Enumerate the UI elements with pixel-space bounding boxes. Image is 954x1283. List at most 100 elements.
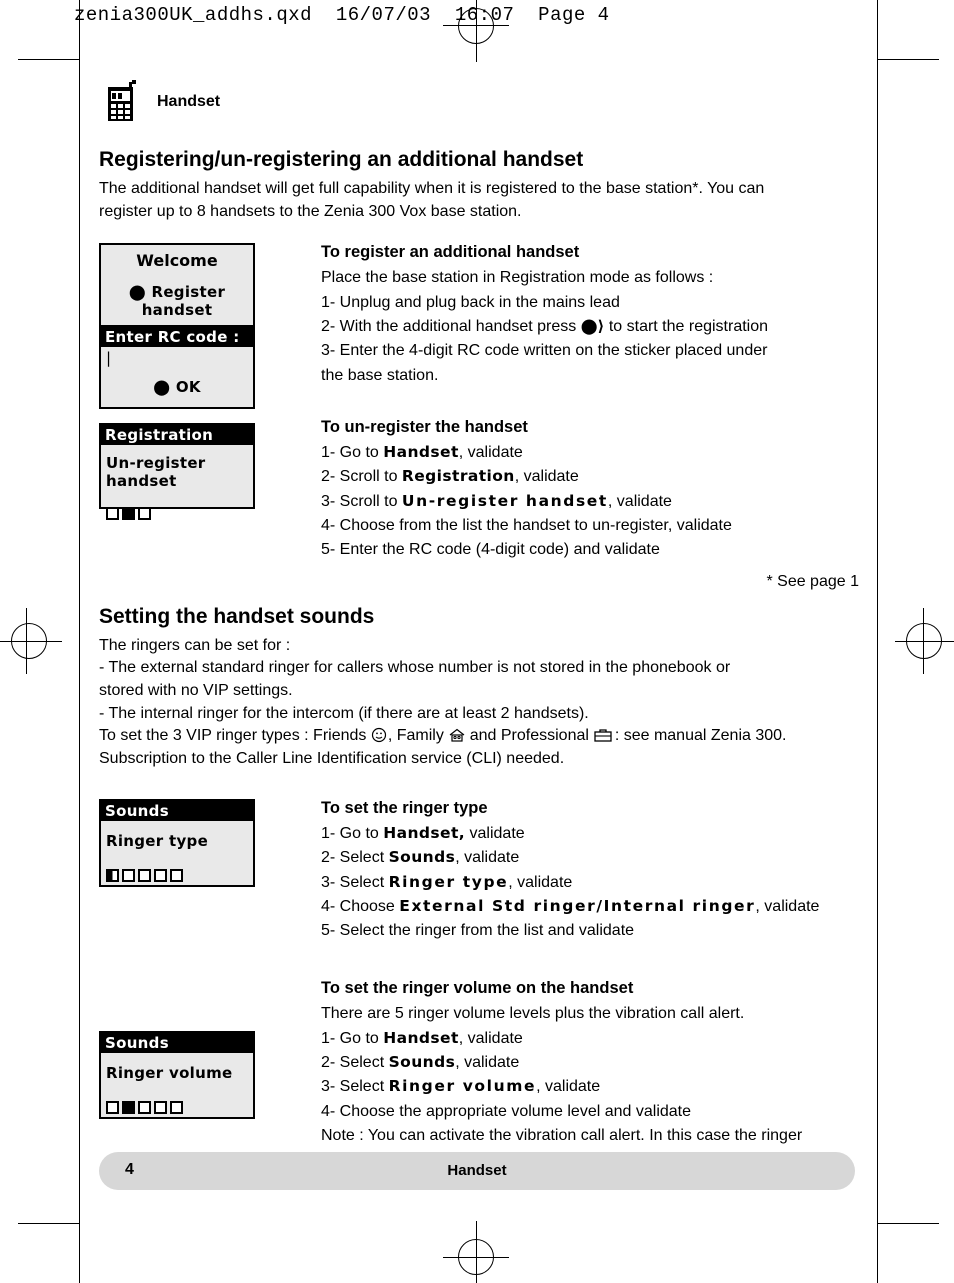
ringer-type-title: To set the ringer type xyxy=(321,798,488,817)
cli-subscription-line: Subscription to the Caller Line Identifi… xyxy=(99,750,565,768)
ringer-type-step-4-pre: 4- Choose xyxy=(321,897,400,915)
unregister-step-1-keyword: Handset xyxy=(383,443,459,461)
page-footer: 4 Handset xyxy=(99,1152,855,1190)
section-heading-registering: Registering/un-registering an additional… xyxy=(99,148,584,171)
lcd-rc-code-cursor: | xyxy=(106,349,112,368)
crop-mark-right-vertical-lower xyxy=(877,59,878,1224)
unregister-step-1-pre: 1- Go to xyxy=(321,444,384,461)
sounds-intro-line1: The ringers can be set for : xyxy=(99,636,291,654)
level-bar xyxy=(122,1101,135,1115)
level-bar xyxy=(154,868,167,882)
level-bar xyxy=(170,1101,183,1115)
registration-mark-left xyxy=(0,608,62,674)
crop-mark-bottom-right-vertical xyxy=(877,1223,878,1283)
unregister-block-title: To un-register the handset xyxy=(321,418,528,436)
register-step-3a: 3- Enter the 4-digit RC code written on … xyxy=(321,342,768,360)
ringer-type-step-1: 1- Go to Handset, validate xyxy=(321,822,859,846)
ringer-type-step-4-keyword: External Std ringer/Internal ringer xyxy=(399,896,756,915)
ringer-type-lcd-column: Sounds Ringer type xyxy=(99,798,281,944)
unregister-step-5: 5- Enter the RC code (4-digit code) and … xyxy=(321,541,660,559)
crop-mark-top-left-horizontal xyxy=(18,59,80,60)
lcd-sounds-ringer-volume-screen: Sounds Ringer volume xyxy=(99,1031,255,1120)
level-bar xyxy=(138,868,151,882)
footnote-see-page: * See page 1 xyxy=(766,572,859,590)
level-bar xyxy=(122,507,135,521)
crop-mark-bottom-left-vertical xyxy=(79,1223,80,1283)
section-intro-registering-line2: register up to 8 handsets to the Zenia 3… xyxy=(99,202,522,220)
unregister-step-1-post: , validate xyxy=(458,444,523,461)
register-step-intro: Place the base station in Registration m… xyxy=(321,269,714,287)
level-bar xyxy=(138,1101,151,1115)
register-row: Welcome ⬤ Register handset Enter RC code… xyxy=(99,243,859,562)
register-step-2-pre: 2- With the additional handset press xyxy=(321,318,577,336)
lcd-ringer-type-level-bars xyxy=(101,863,253,889)
footer-title: Handset xyxy=(447,1162,507,1179)
ringer-volume-lcd-column: Sounds Ringer volume xyxy=(99,979,281,1172)
level-bar xyxy=(106,507,119,521)
ringer-volume-step-3-post: , validate xyxy=(536,1078,601,1096)
vip-line-part-a: To set the 3 VIP ringer types : Friends xyxy=(99,727,371,745)
register-steps: Place the base station in Registration m… xyxy=(321,266,859,388)
ringer-type-step-3-pre: 3- Select xyxy=(321,873,389,891)
lcd-sounds-volume-line: Ringer volume xyxy=(106,1064,233,1083)
ringer-type-step-4: 4- Choose External Std ringer/Internal r… xyxy=(321,895,859,919)
ringer-type-steps: 1- Go to Handset, validate 2- Select Sou… xyxy=(321,822,859,944)
ringer-type-step-1-pre: 1- Go to xyxy=(321,824,384,842)
registration-mark-bottom xyxy=(443,1221,509,1283)
register-lcd-column: Welcome ⬤ Register handset Enter RC code… xyxy=(99,243,281,562)
ringer-type-step-1-post: validate xyxy=(465,824,525,842)
ringer-type-step-2-post: , validate xyxy=(455,849,520,867)
register-text-column: To register an additional handset Place … xyxy=(281,243,859,562)
sounds-intro-line4: - The internal ringer for the intercom (… xyxy=(99,704,589,722)
ringer-volume-step-1-post: , validate xyxy=(458,1029,523,1047)
unregister-step-3-keyword: Un-register handset xyxy=(401,491,608,510)
handset-tag-label: Handset xyxy=(157,93,221,110)
unregister-step-2-post: , validate xyxy=(514,468,579,486)
briefcase-icon xyxy=(593,727,613,743)
lcd-registration-title: Registration xyxy=(101,425,253,446)
ringer-type-step-2-pre: 2- Select xyxy=(321,849,389,867)
unregister-step-3: 3- Scroll to Un-register handset, valida… xyxy=(321,490,859,514)
printer-header-text: zenia300UK_addhs.qxd 16/07/03 16:07 Page… xyxy=(74,4,610,26)
ringer-type-step-4-post: , validate xyxy=(755,897,820,915)
level-bar xyxy=(138,507,151,521)
handset-section-tag: Handset xyxy=(99,78,859,126)
level-bar xyxy=(122,868,135,882)
lcd-sounds-type-line: Ringer type xyxy=(106,831,209,850)
lcd-registration-line: Un-register handset xyxy=(106,454,206,491)
handset-icon xyxy=(99,80,143,124)
ringer-volume-steps: There are 5 ringer volume levels plus th… xyxy=(321,1002,859,1172)
ringer-volume-step-1-keyword: Handset xyxy=(383,1028,459,1047)
family-house-icon xyxy=(448,727,465,743)
ringer-volume-step-2-pre: 2- Select xyxy=(321,1054,389,1072)
level-bar xyxy=(106,1101,119,1115)
crop-mark-left-vertical-lower xyxy=(79,59,80,1224)
unregister-step-2-keyword: Registration xyxy=(401,467,515,486)
ringer-volume-step-2: 2- Select Sounds, validate xyxy=(321,1051,859,1075)
ringer-volume-step-2-keyword: Sounds xyxy=(388,1053,456,1072)
register-step-2-post: to start the registration xyxy=(608,318,769,336)
validate-key-icon-step2: ⬤⟩ xyxy=(580,317,605,336)
lcd-rc-code-title: Enter RC code : xyxy=(101,327,253,348)
vip-line-part-d: : see manual Zenia 300. xyxy=(610,727,787,745)
unregister-step-3-post: , validate xyxy=(607,492,672,510)
unregister-steps: 1- Go to Handset, validate 2- Scroll to … xyxy=(321,441,859,563)
ringer-volume-text-column: To set the ringer volume on the handset … xyxy=(281,979,859,1172)
crop-mark-bottom-left-horizontal xyxy=(18,1223,80,1224)
lcd-welcome-title: Welcome xyxy=(136,251,218,271)
ringer-type-step-3: 3- Select Ringer type, validate xyxy=(321,871,859,895)
ringer-volume-title: To set the ringer volume on the handset xyxy=(321,979,634,998)
ringer-volume-row: Sounds Ringer volume To set the ringer v… xyxy=(99,979,859,1172)
lcd-welcome-line-text: Register handset xyxy=(141,283,226,320)
lcd-rc-code-ok: ⬤ OK xyxy=(101,375,253,399)
crop-mark-right-vertical xyxy=(877,0,878,60)
lcd-sounds-ringer-type-screen: Sounds Ringer type xyxy=(99,798,255,889)
ringer-volume-intro: There are 5 ringer volume levels plus th… xyxy=(321,1005,745,1023)
ringer-volume-note-a: Note : You can activate the vibration ca… xyxy=(321,1127,803,1144)
ringer-volume-step-3: 3- Select Ringer volume, validate xyxy=(321,1075,859,1099)
lcd-registration-screen: Registration Un-register handset xyxy=(99,423,255,521)
unregister-step-3-pre: 3- Scroll to xyxy=(321,492,402,510)
smiley-face-icon xyxy=(371,727,388,743)
ringer-type-step-1-keyword: Handset, xyxy=(383,823,466,842)
ringer-type-step-3-keyword: Ringer type xyxy=(388,872,509,891)
